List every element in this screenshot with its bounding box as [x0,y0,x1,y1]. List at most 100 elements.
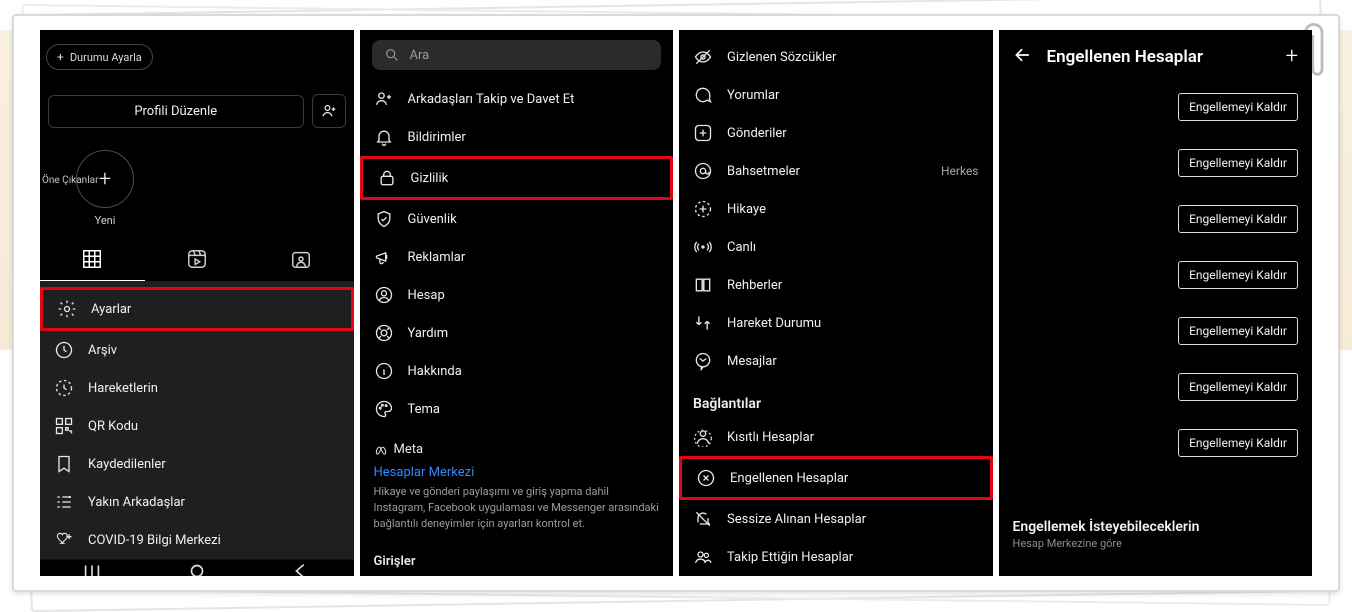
profile-menu-item-covid-19-bilgi-merkezi[interactable]: COVID-19 Bilgi Merkezi [40,521,354,559]
privacy-item-hikaye[interactable]: Hikaye [679,190,993,228]
privacy-item-bahsetmeler[interactable]: BahsetmelerHerkes [679,152,993,190]
discover-people-button[interactable] [312,94,346,128]
settings-item-label: Bildirimler [408,130,660,145]
add-blocked-button[interactable]: + [1286,44,1298,69]
connections-list: Kısıtlı Hesaplar Engellenen Hesaplar Sessi… [679,418,993,576]
logins-section-header: Girişler [360,544,674,571]
nav-back-button[interactable] [290,560,312,576]
back-button[interactable] [1013,45,1033,69]
nav-recent-button[interactable] [81,560,103,576]
nav-home-button[interactable] [186,560,208,576]
settings-search[interactable]: Ara [372,40,662,70]
connections-item-label: Sessize Alınan Hesaplar [727,512,979,527]
connections-item-engellenen-hesaplar[interactable]: Engellenen Hesaplar [679,456,993,500]
profile-menu-item-qr-kodu[interactable]: QR Kodu [40,407,354,445]
profile-menu-item-label: Ayarlar [91,302,337,317]
profile-menu-item-ar-iv[interactable]: Arşiv [40,331,354,369]
blocked-list: Engellemeyi Kaldır Engellemeyi Kaldır Enge… [999,79,1313,505]
settings-item-hesap[interactable]: Hesap [360,276,674,314]
tab-grid[interactable] [40,238,145,281]
user-x-icon [693,427,713,447]
connections-item-takip-etti-in-hesaplar[interactable]: Takip Ettiğin Hesaplar [679,538,993,576]
profile-menu-item-ayarlar[interactable]: Ayarlar [40,287,354,331]
tab-tagged[interactable] [249,238,354,281]
privacy-item-canl-[interactable]: Canlı [679,228,993,266]
eye-off-icon [693,47,713,67]
meta-label: Meta [394,442,424,457]
activity-icon [54,378,74,398]
connections-item-label: Kısıtlı Hesaplar [727,430,979,445]
privacy-item-label: Hareket Durumu [727,316,979,331]
unblock-button[interactable]: Engellemeyi Kaldır [1178,429,1298,457]
unblock-button[interactable]: Engellemeyi Kaldır [1178,149,1298,177]
privacy-item-label: Gönderiler [727,126,979,141]
megaphone-icon [374,247,394,267]
add-person-icon [320,102,338,120]
profile-menu-item-label: Hareketlerin [88,381,340,396]
edit-profile-button[interactable]: Profili Düzenle [48,95,304,128]
privacy-item-yorumlar[interactable]: Yorumlar [679,76,993,114]
tab-reels[interactable] [145,238,250,281]
blocked-row: Engellemeyi Kaldır [999,135,1313,191]
settings-item-label: Tema [408,402,660,417]
profile-menu-item-label: Kaydedilenler [88,457,340,472]
settings-item-label: Yardım [408,326,660,341]
profile-menu-item-label: Arşiv [88,343,340,358]
unblock-button[interactable]: Engellemeyi Kaldır [1178,261,1298,289]
profile-menu-item-yak-n-arkada-lar[interactable]: Yakın Arkadaşlar [40,483,354,521]
privacy-item-label: Yorumlar [727,88,979,103]
life-ring-icon [374,323,394,343]
settings-item-yard-m[interactable]: Yardım [360,314,674,352]
highlights-caption: Öne Çıkanlar [40,175,98,186]
blocked-row: Engellemeyi Kaldır [999,303,1313,359]
privacy-item-mesajlar[interactable]: Mesajlar [679,342,993,380]
screenshot-1: + Durumu Ayarla Profili Düzenle + Yeni Ö… [40,30,354,576]
profile-menu-item-kaydedilenler[interactable]: Kaydedilenler [40,445,354,483]
set-status-label: Durumu Ayarla [70,51,142,64]
connections-item-k-s-tl-hesaplar[interactable]: Kısıtlı Hesaplar [679,418,993,456]
screenshot-4: Engellenen Hesaplar + Engellemeyi Kaldır… [999,30,1313,576]
settings-item-label: Arkadaşları Takip ve Davet Et [408,92,660,107]
profile-menu-item-hareketlerin[interactable]: Hareketlerin [40,369,354,407]
bell-off-icon [693,509,713,529]
unblock-button[interactable]: Engellemeyi Kaldır [1178,317,1298,345]
settings-item-gizlilik[interactable]: Gizlilik [360,156,674,200]
settings-item-hakk-nda[interactable]: Hakkında [360,352,674,390]
settings-item-arkada-lar-takip-ve-davet-et[interactable]: Arkadaşları Takip ve Davet Et [360,80,674,118]
live-icon [693,237,713,257]
privacy-item-hareket-durumu[interactable]: Hareket Durumu [679,304,993,342]
settings-item-label: Reklamlar [408,250,660,265]
set-status-button[interactable]: + Durumu Ayarla [46,44,153,70]
settings-item-bildirimler[interactable]: Bildirimler [360,118,674,156]
users-icon [693,547,713,567]
blocked-row: Engellemeyi Kaldır [999,415,1313,471]
settings-item-reklamlar[interactable]: Reklamlar [360,238,674,276]
connections-item-sessize-al-nan-hesaplar[interactable]: Sessize Alınan Hesaplar [679,500,993,538]
screenshot-2: Ara Arkadaşları Takip ve Davet Et Bildiri… [360,30,674,576]
privacy-item-g-nderiler[interactable]: Gönderiler [679,114,993,152]
unblock-button[interactable]: Engellemeyi Kaldır [1178,373,1298,401]
palette-icon [374,399,394,419]
settings-item-g-venlik[interactable]: Güvenlik [360,200,674,238]
at-icon [693,161,713,181]
search-placeholder: Ara [410,48,430,63]
privacy-item-label: Gizlenen Sözcükler [727,50,979,65]
unblock-button[interactable]: Engellemeyi Kaldır [1178,93,1298,121]
meta-icon [374,443,388,457]
msg-icon [693,351,713,371]
info-icon [374,361,394,381]
gear-icon [57,299,77,319]
privacy-item-label: Hikaye [727,202,979,217]
unblock-button[interactable]: Engellemeyi Kaldır [1178,205,1298,233]
blocked-row: Engellemeyi Kaldır [999,191,1313,247]
privacy-item-gizlenen-s-zc-kler[interactable]: Gizlenen Sözcükler [679,38,993,76]
profile-menu-item-label: QR Kodu [88,419,340,434]
chat-icon [693,85,713,105]
settings-item-tema[interactable]: Tema [360,390,674,428]
privacy-item-rehberler[interactable]: Rehberler [679,266,993,304]
profile-menu-item-label: Yakın Arkadaşlar [88,495,340,510]
new-highlight[interactable]: + Yeni [60,150,150,227]
edit-profile-label: Profili Düzenle [134,104,217,119]
back-arrow-icon [1013,45,1033,65]
accounts-center-link[interactable]: Hesaplar Merkezi [360,459,674,484]
